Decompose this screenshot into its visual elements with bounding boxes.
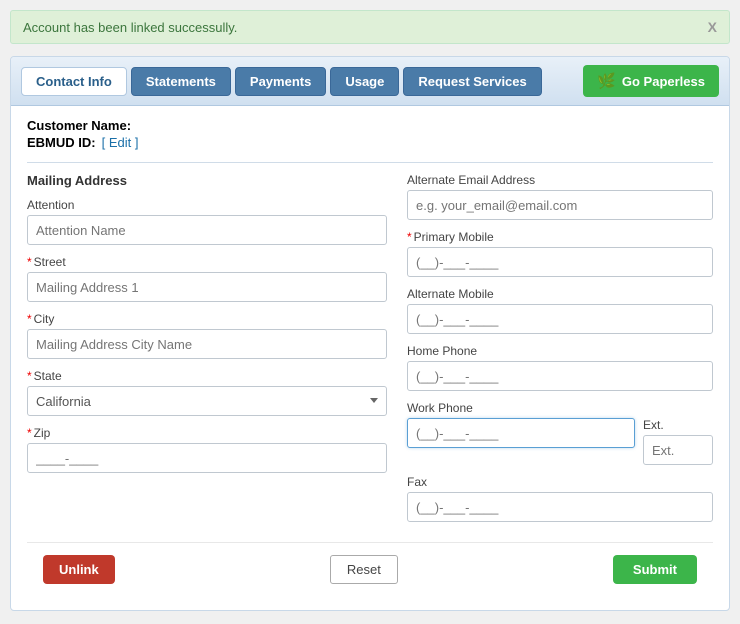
home-phone-input[interactable] bbox=[407, 361, 713, 391]
ext-label: Ext. bbox=[643, 418, 713, 432]
tab-usage[interactable]: Usage bbox=[330, 67, 399, 96]
fax-input[interactable] bbox=[407, 492, 713, 522]
customer-name-label: Customer Name: bbox=[27, 118, 131, 133]
tab-contact-info[interactable]: Contact Info bbox=[21, 67, 127, 96]
home-phone-label: Home Phone bbox=[407, 344, 713, 358]
edit-link[interactable]: [ Edit ] bbox=[102, 135, 139, 150]
attention-group: Attention bbox=[27, 198, 387, 245]
home-phone-group: Home Phone bbox=[407, 344, 713, 391]
attention-input[interactable] bbox=[27, 215, 387, 245]
work-phone-ext-row: Ext. bbox=[407, 418, 713, 465]
tab-payments[interactable]: Payments bbox=[235, 67, 326, 96]
customer-info: Customer Name: EBMUD ID: [ Edit ] bbox=[27, 118, 713, 150]
mailing-address-section: Mailing Address Attention *Street *City bbox=[27, 173, 387, 532]
work-phone-group: Work Phone Ext. bbox=[407, 401, 713, 465]
ext-field: Ext. bbox=[643, 418, 713, 465]
go-paperless-button[interactable]: 🌿 Go Paperless bbox=[583, 65, 719, 97]
ebmud-id-label: EBMUD ID: bbox=[27, 135, 96, 150]
alt-email-input[interactable] bbox=[407, 190, 713, 220]
street-group: *Street bbox=[27, 255, 387, 302]
zip-group: *Zip bbox=[27, 426, 387, 473]
attention-label: Attention bbox=[27, 198, 387, 212]
success-message: Account has been linked successully. bbox=[23, 20, 237, 35]
close-banner-button[interactable]: X bbox=[708, 19, 717, 35]
street-input[interactable] bbox=[27, 272, 387, 302]
success-banner: Account has been linked successully. X bbox=[10, 10, 730, 44]
zip-input[interactable] bbox=[27, 443, 387, 473]
alt-mobile-label: Alternate Mobile bbox=[407, 287, 713, 301]
zip-label: *Zip bbox=[27, 426, 387, 440]
alt-mobile-group: Alternate Mobile bbox=[407, 287, 713, 334]
fax-group: Fax bbox=[407, 475, 713, 522]
ext-input[interactable] bbox=[643, 435, 713, 465]
mailing-address-title: Mailing Address bbox=[27, 173, 387, 188]
main-card: Contact Info Statements Payments Usage R… bbox=[10, 56, 730, 611]
work-phone-field bbox=[407, 418, 635, 465]
work-phone-input[interactable] bbox=[407, 418, 635, 448]
reset-button[interactable]: Reset bbox=[330, 555, 398, 584]
footer-bar: Unlink Reset Submit bbox=[27, 542, 713, 598]
primary-mobile-group: *Primary Mobile bbox=[407, 230, 713, 277]
divider bbox=[27, 162, 713, 163]
alt-mobile-input[interactable] bbox=[407, 304, 713, 334]
go-paperless-label: Go Paperless bbox=[622, 74, 705, 89]
form-columns: Mailing Address Attention *Street *City bbox=[27, 173, 713, 532]
street-label: *Street bbox=[27, 255, 387, 269]
primary-mobile-label: *Primary Mobile bbox=[407, 230, 713, 244]
state-select[interactable]: California Oregon Washington Nevada Ariz… bbox=[27, 386, 387, 416]
city-input[interactable] bbox=[27, 329, 387, 359]
city-group: *City bbox=[27, 312, 387, 359]
submit-button[interactable]: Submit bbox=[613, 555, 697, 584]
work-phone-label: Work Phone bbox=[407, 401, 713, 415]
leaf-icon: 🌿 bbox=[597, 72, 616, 90]
contact-details-section: Alternate Email Address *Primary Mobile … bbox=[407, 173, 713, 532]
tab-statements[interactable]: Statements bbox=[131, 67, 231, 96]
state-label: *State bbox=[27, 369, 387, 383]
tab-request-services[interactable]: Request Services bbox=[403, 67, 541, 96]
primary-mobile-input[interactable] bbox=[407, 247, 713, 277]
unlink-button[interactable]: Unlink bbox=[43, 555, 115, 584]
city-label: *City bbox=[27, 312, 387, 326]
tab-bar: Contact Info Statements Payments Usage R… bbox=[11, 57, 729, 106]
card-body: Customer Name: EBMUD ID: [ Edit ] Mailin… bbox=[11, 106, 729, 610]
state-group: *State California Oregon Washington Neva… bbox=[27, 369, 387, 416]
alt-email-group: Alternate Email Address bbox=[407, 173, 713, 220]
alt-email-label: Alternate Email Address bbox=[407, 173, 713, 187]
fax-label: Fax bbox=[407, 475, 713, 489]
